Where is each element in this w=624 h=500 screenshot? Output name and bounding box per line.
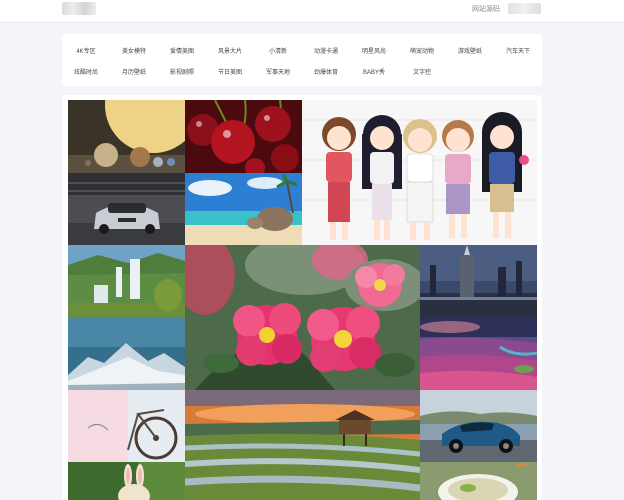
- beach-image: [185, 173, 302, 245]
- flower-field-image: [420, 317, 537, 390]
- rocket-image: [420, 245, 537, 317]
- wallpaper-thumbnail-anime-girls[interactable]: [302, 100, 537, 245]
- wallpaper-thumbnail-bunny[interactable]: [68, 462, 185, 500]
- wallpaper-thumbnail-cherries[interactable]: [185, 100, 302, 173]
- anime-girls-image: [302, 100, 537, 245]
- category-link[interactable]: 月历壁纸: [122, 67, 146, 76]
- pink-flowers-image: [185, 245, 420, 390]
- planets-image: [68, 100, 185, 173]
- category-link[interactable]: 美女模特: [122, 46, 146, 55]
- top-bar: 网站源码: [0, 0, 624, 23]
- mountains-image: [68, 317, 185, 390]
- category-link[interactable]: 风景大片: [218, 46, 242, 55]
- category-link[interactable]: 明星风尚: [362, 46, 386, 55]
- bunny-image: [68, 462, 185, 500]
- food-bowl-image: [420, 462, 537, 500]
- category-link[interactable]: 文字控: [413, 67, 431, 76]
- wallpaper-thumbnail-mountains[interactable]: [68, 317, 185, 390]
- site-logo[interactable]: [62, 2, 96, 15]
- bicycle-image: [68, 390, 185, 462]
- wallpaper-thumbnail-waterfall[interactable]: [68, 245, 185, 317]
- category-link[interactable]: 汽车天下: [506, 46, 530, 55]
- wallpaper-thumbnail-food-bowl[interactable]: [420, 462, 537, 500]
- source-code-link[interactable]: 网站源码: [472, 4, 500, 14]
- category-link[interactable]: 军事天地: [266, 67, 290, 76]
- user-account[interactable]: [508, 3, 541, 14]
- cherries-image: [185, 100, 302, 173]
- blue-car-image: [420, 390, 537, 462]
- wallpaper-thumbnail-beach[interactable]: [185, 173, 302, 245]
- wallpaper-thumbnail-rocket[interactable]: [420, 245, 537, 317]
- sports-car-image: [68, 173, 185, 245]
- category-link[interactable]: 炫酷时尚: [74, 67, 98, 76]
- wallpaper-thumbnail-pink-flowers[interactable]: [185, 245, 420, 390]
- wallpaper-thumbnail-sports-car[interactable]: [68, 173, 185, 245]
- wallpaper-thumbnail-planets[interactable]: [68, 100, 185, 173]
- waterfall-image: [68, 245, 185, 317]
- category-link[interactable]: 游戏壁纸: [458, 46, 482, 55]
- rice-terraces-image: [185, 390, 420, 500]
- wallpaper-gallery: [62, 95, 542, 500]
- category-link[interactable]: BABY秀: [363, 67, 385, 76]
- category-link[interactable]: 爱情美图: [170, 46, 194, 55]
- category-nav: 4K专区 美女模特 爱情美图 风景大片 小清新 动漫卡通 明星风尚 萌宠动物 游…: [62, 34, 542, 86]
- wallpaper-thumbnail-blue-car[interactable]: [420, 390, 537, 462]
- wallpaper-thumbnail-flower-field[interactable]: [420, 317, 537, 390]
- category-link[interactable]: 萌宠动物: [410, 46, 434, 55]
- wallpaper-thumbnail-bicycle[interactable]: [68, 390, 185, 462]
- category-link[interactable]: 小清新: [269, 46, 287, 55]
- category-link[interactable]: 4K专区: [76, 46, 95, 55]
- category-link[interactable]: 节日美图: [218, 67, 242, 76]
- category-link[interactable]: 动漫卡通: [314, 46, 338, 55]
- category-link[interactable]: 影视剧照: [170, 67, 194, 76]
- category-link[interactable]: 劲爆体育: [314, 67, 338, 76]
- wallpaper-thumbnail-rice-terraces[interactable]: [185, 390, 420, 500]
